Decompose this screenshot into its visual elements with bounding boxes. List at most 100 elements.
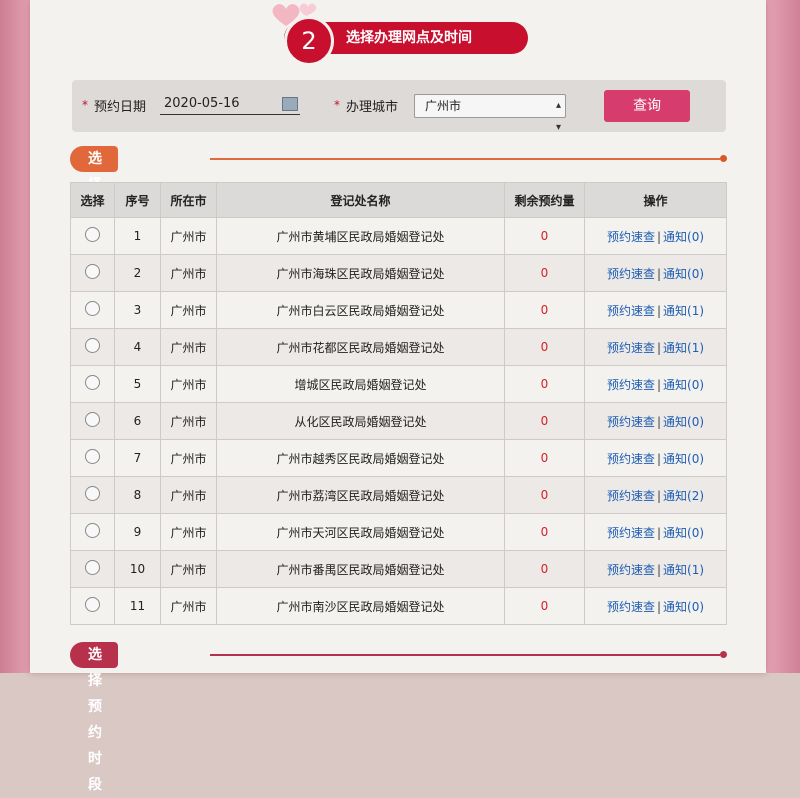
row-actions: 预约速查 | 通知(2)	[584, 476, 727, 514]
table-row[interactable]: 1 广州市 广州市黄埔区民政局婚姻登记处 0 预约速查 | 通知(0)	[70, 217, 727, 255]
row-actions: 预约速查 | 通知(0)	[584, 217, 727, 255]
row-actions: 预约速查 | 通知(0)	[584, 402, 727, 440]
row-office-name: 广州市花都区民政局婚姻登记处	[216, 328, 505, 366]
row-city: 广州市	[160, 476, 217, 514]
notify-link[interactable]: 通知(0)	[663, 267, 704, 281]
row-office-name: 广州市黄埔区民政局婚姻登记处	[216, 217, 505, 255]
link-separator: |	[656, 599, 662, 614]
section-divider	[210, 158, 720, 160]
row-actions: 预约速查 | 通知(1)	[584, 328, 727, 366]
select-radio[interactable]	[85, 449, 100, 464]
select-radio[interactable]	[85, 486, 100, 501]
row-select-cell	[70, 476, 115, 514]
notify-link[interactable]: 通知(0)	[663, 526, 704, 540]
row-office-name: 广州市海珠区民政局婚姻登记处	[216, 254, 505, 292]
row-no: 7	[114, 439, 161, 477]
city-select[interactable]: 广州市 ▴ ▾	[414, 94, 566, 133]
quick-check-link[interactable]: 预约速查	[607, 600, 655, 614]
quick-check-link[interactable]: 预约速查	[607, 526, 655, 540]
quick-check-link[interactable]: 预约速查	[607, 563, 655, 577]
quick-check-link[interactable]: 预约速查	[607, 267, 655, 281]
link-separator: |	[656, 525, 662, 540]
col-city: 所在市	[160, 182, 217, 218]
row-select-cell	[70, 328, 115, 366]
row-select-cell	[70, 513, 115, 551]
table-row[interactable]: 2 广州市 广州市海珠区民政局婚姻登记处 0 预约速查 | 通知(0)	[70, 254, 727, 292]
row-city: 广州市	[160, 587, 217, 625]
quick-check-link[interactable]: 预约速查	[607, 489, 655, 503]
table-row[interactable]: 6 广州市 从化区民政局婚姻登记处 0 预约速查 | 通知(0)	[70, 402, 727, 440]
row-remaining: 0	[504, 254, 585, 292]
table-row[interactable]: 8 广州市 广州市荔湾区民政局婚姻登记处 0 预约速查 | 通知(2)	[70, 476, 727, 514]
select-radio[interactable]	[85, 597, 100, 612]
select-radio[interactable]	[85, 412, 100, 427]
table-row[interactable]: 7 广州市 广州市越秀区民政局婚姻登记处 0 预约速查 | 通知(0)	[70, 439, 727, 477]
notify-link[interactable]: 通知(0)	[663, 600, 704, 614]
step-number: 2	[284, 16, 334, 66]
col-name: 登记处名称	[216, 182, 505, 218]
row-office-name: 从化区民政局婚姻登记处	[216, 402, 505, 440]
quick-check-link[interactable]: 预约速查	[607, 230, 655, 244]
quick-check-link[interactable]: 预约速查	[607, 452, 655, 466]
select-radio[interactable]	[85, 523, 100, 538]
notify-link[interactable]: 通知(1)	[663, 563, 704, 577]
link-separator: |	[656, 377, 662, 392]
select-radio[interactable]	[85, 227, 100, 242]
row-actions: 预约速查 | 通知(0)	[584, 254, 727, 292]
quick-check-link[interactable]: 预约速查	[607, 341, 655, 355]
notify-link[interactable]: 通知(2)	[663, 489, 704, 503]
quick-check-link[interactable]: 预约速查	[607, 415, 655, 429]
table-row[interactable]: 10 广州市 广州市番禺区民政局婚姻登记处 0 预约速查 | 通知(1)	[70, 550, 727, 588]
table-row[interactable]: 4 广州市 广州市花都区民政局婚姻登记处 0 预约速查 | 通知(1)	[70, 328, 727, 366]
notify-link[interactable]: 通知(0)	[663, 230, 704, 244]
row-office-name: 广州市天河区民政局婚姻登记处	[216, 513, 505, 551]
row-remaining: 0	[504, 365, 585, 403]
link-separator: |	[656, 266, 662, 281]
select-radio[interactable]	[85, 338, 100, 353]
link-separator: |	[656, 303, 662, 318]
col-actions: 操作	[584, 182, 727, 218]
row-select-cell	[70, 587, 115, 625]
notify-link[interactable]: 通知(0)	[663, 415, 704, 429]
row-actions: 预约速查 | 通知(1)	[584, 291, 727, 329]
calendar-icon[interactable]	[282, 97, 298, 111]
notify-link[interactable]: 通知(0)	[663, 452, 704, 466]
row-city: 广州市	[160, 291, 217, 329]
left-page-border	[0, 0, 32, 673]
select-radio[interactable]	[85, 264, 100, 279]
select-radio[interactable]	[85, 301, 100, 316]
table-row[interactable]: 3 广州市 广州市白云区民政局婚姻登记处 0 预约速查 | 通知(1)	[70, 291, 727, 329]
section-office-title: 选择办理网点	[70, 146, 118, 297]
quick-check-link[interactable]: 预约速查	[607, 304, 655, 318]
row-remaining: 0	[504, 476, 585, 514]
date-label: 预约日期	[94, 100, 147, 115]
row-select-cell	[70, 291, 115, 329]
row-no: 1	[114, 217, 161, 255]
col-remaining: 剩余预约量	[504, 182, 585, 218]
row-no: 11	[114, 587, 161, 625]
row-city: 广州市	[160, 402, 217, 440]
notify-link[interactable]: 通知(1)	[663, 304, 704, 318]
notify-link[interactable]: 通知(0)	[663, 378, 704, 392]
table-row[interactable]: 11 广州市 广州市南沙区民政局婚姻登记处 0 预约速查 | 通知(0)	[70, 587, 727, 625]
date-value: 2020-05-16	[164, 96, 240, 111]
row-no: 10	[114, 550, 161, 588]
query-button[interactable]: 查询	[604, 90, 690, 122]
booking-page: 2 选择办理网点及时间 * 预约日期 2020-05-16 * 办理城市 广州市…	[30, 0, 766, 793]
notify-link[interactable]: 通知(1)	[663, 341, 704, 355]
date-input[interactable]: 2020-05-16	[160, 94, 300, 115]
link-separator: |	[656, 229, 662, 244]
select-radio[interactable]	[85, 375, 100, 390]
row-select-cell	[70, 365, 115, 403]
row-city: 广州市	[160, 217, 217, 255]
link-separator: |	[656, 414, 662, 429]
select-radio[interactable]	[85, 560, 100, 575]
link-separator: |	[656, 340, 662, 355]
table-row[interactable]: 5 广州市 增城区民政局婚姻登记处 0 预约速查 | 通知(0)	[70, 365, 727, 403]
quick-check-link[interactable]: 预约速查	[607, 378, 655, 392]
row-actions: 预约速查 | 通知(0)	[584, 587, 727, 625]
row-no: 2	[114, 254, 161, 292]
table-row[interactable]: 9 广州市 广州市天河区民政局婚姻登记处 0 预约速查 | 通知(0)	[70, 513, 727, 551]
row-no: 6	[114, 402, 161, 440]
row-remaining: 0	[504, 513, 585, 551]
